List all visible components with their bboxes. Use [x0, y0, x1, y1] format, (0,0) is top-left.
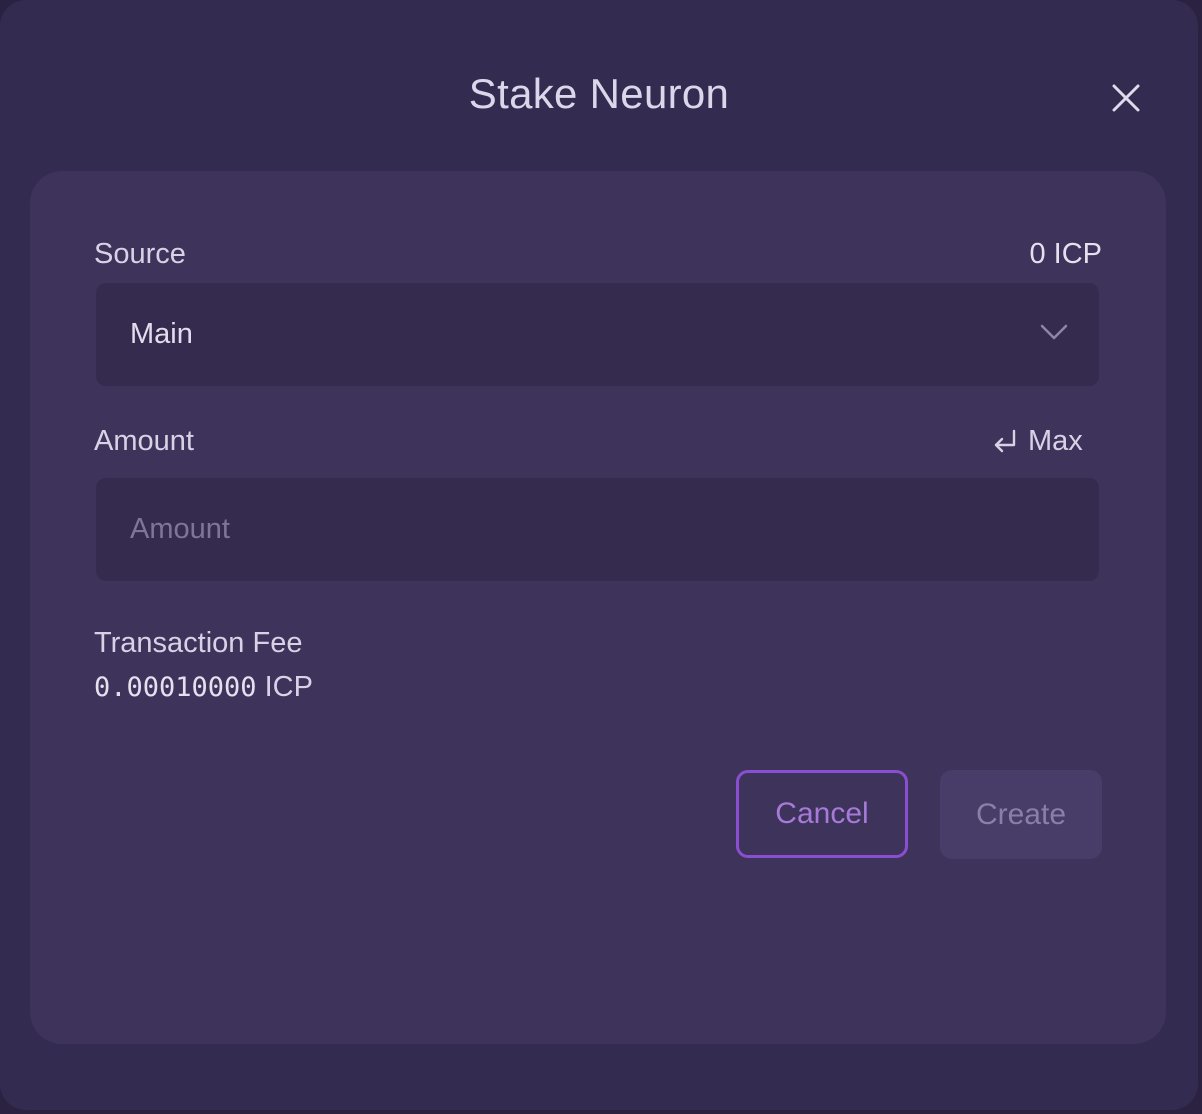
transaction-fee-label: Transaction Fee: [94, 627, 303, 659]
cancel-button[interactable]: Cancel: [736, 770, 908, 858]
close-button[interactable]: [1104, 76, 1148, 120]
source-label: Source: [94, 238, 186, 270]
stake-neuron-modal: Stake Neuron Source 0 ICP Main Amount Ma…: [0, 0, 1198, 1110]
return-arrow-icon: [994, 429, 1016, 453]
transaction-fee-value: 0.00010000 ICP: [94, 669, 313, 706]
source-select[interactable]: Main: [96, 283, 1099, 386]
source-selected-value: Main: [130, 318, 193, 350]
fee-amount: 0.00010000: [94, 672, 257, 703]
amount-field: [96, 478, 1099, 581]
close-icon: [1112, 84, 1140, 112]
amount-input[interactable]: [96, 478, 1099, 581]
chevron-down-icon: [1040, 324, 1068, 340]
create-button[interactable]: Create: [940, 770, 1102, 859]
modal-title: Stake Neuron: [468, 70, 730, 117]
max-label: Max: [1028, 425, 1083, 457]
source-balance: 0 ICP: [1029, 238, 1102, 270]
fee-unit: ICP: [264, 671, 313, 703]
stake-form-card: Source 0 ICP Main Amount Max Transaction…: [30, 171, 1166, 1044]
max-button[interactable]: Max: [992, 423, 1083, 459]
amount-label: Amount: [94, 425, 194, 457]
